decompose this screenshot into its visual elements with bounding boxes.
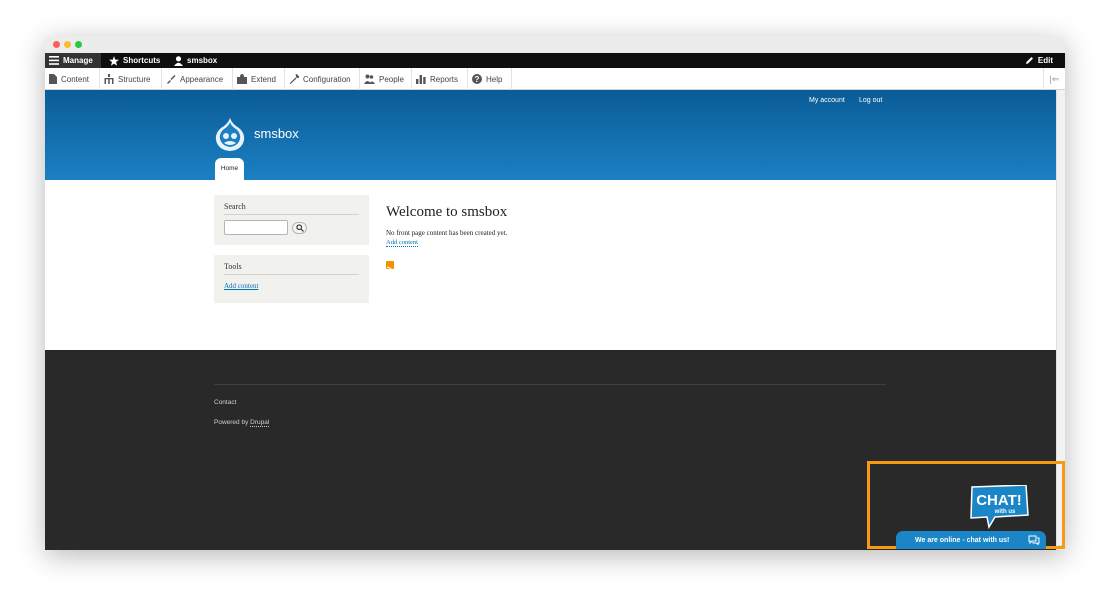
edit-button[interactable]: Edit: [1021, 53, 1057, 68]
chat-bubble-icon[interactable]: CHAT! with us: [969, 485, 1029, 529]
manage-button[interactable]: Manage: [45, 53, 101, 68]
tray-orientation-toggle[interactable]: |⇐: [1043, 68, 1065, 90]
tools-block: Tools Add content: [214, 255, 369, 303]
log-out-link[interactable]: Log out: [859, 97, 882, 104]
tray-item-content[interactable]: Content: [45, 68, 100, 90]
search-icon: [295, 223, 304, 232]
site-header: My account Log out smsbox Home: [45, 90, 1056, 180]
user-label: smsbox: [187, 56, 218, 65]
people-icon: [364, 74, 375, 84]
user-icon: [174, 55, 183, 66]
footer-divider: [214, 384, 886, 385]
chat-bar-text: We are online - chat with us!: [915, 536, 1010, 544]
tray-item-label: People: [379, 74, 404, 84]
tray-item-label: Structure: [118, 74, 151, 84]
puzzle-icon: [237, 74, 247, 84]
main-content: Search Tools Add content Welcome to smsb…: [45, 180, 1056, 350]
bar-chart-icon: [416, 75, 426, 84]
tab-home[interactable]: Home: [215, 158, 244, 180]
shortcuts-button[interactable]: Shortcuts: [105, 53, 164, 68]
tray-item-reports[interactable]: Reports: [412, 68, 468, 90]
tray-item-label: Reports: [430, 74, 459, 84]
add-content-link[interactable]: Add content: [386, 239, 418, 247]
my-account-link[interactable]: My account: [809, 97, 845, 104]
chat-bubble-subtext: with us: [994, 509, 1016, 515]
powered-by-label: Powered by: [214, 419, 249, 426]
star-icon: [109, 55, 119, 66]
brush-icon: [167, 75, 176, 84]
admin-toolbar: Manage Shortcuts smsbox Edit: [45, 53, 1065, 68]
rss-icon: [386, 266, 394, 274]
search-block-title: Search: [224, 202, 359, 215]
chat-icon: [1028, 535, 1040, 545]
help-icon: ?: [472, 74, 482, 84]
tools-add-content-link[interactable]: Add content: [224, 282, 258, 290]
contact-link[interactable]: Contact: [214, 399, 236, 406]
zoom-window-button[interactable]: [75, 41, 82, 48]
no-content-message: No front page content has been created y…: [386, 229, 508, 237]
tray-item-label: Appearance: [180, 74, 224, 84]
chat-bubble-text: CHAT!: [976, 492, 1022, 509]
window-titlebar: [45, 36, 1065, 53]
tray-item-label: Help: [486, 74, 503, 84]
shortcuts-label: Shortcuts: [123, 56, 161, 65]
wrench-icon: [289, 74, 299, 84]
drupal-link[interactable]: Drupal: [250, 419, 270, 427]
orientation-icon: |⇐: [1049, 73, 1060, 84]
drupal-logo-icon[interactable]: [215, 118, 245, 152]
minimize-window-button[interactable]: [64, 41, 71, 48]
manage-label: Manage: [63, 56, 93, 65]
powered-by-text: Powered by Drupal: [214, 419, 270, 427]
tray-item-label: Configuration: [303, 74, 351, 84]
svg-text:?: ?: [475, 75, 480, 84]
tray-item-structure[interactable]: Structure: [100, 68, 162, 90]
tray-item-label: Extend: [251, 74, 276, 84]
sitemap-icon: [104, 74, 114, 84]
rss-feed-icon[interactable]: [386, 261, 394, 274]
tray-item-label: Content: [61, 74, 90, 84]
tray-item-extend[interactable]: Extend: [233, 68, 285, 90]
tray-item-help[interactable]: ? Help: [468, 68, 512, 90]
search-block: Search: [214, 195, 369, 245]
site-name[interactable]: smsbox: [254, 126, 299, 141]
close-window-button[interactable]: [53, 41, 60, 48]
tray-item-appearance[interactable]: Appearance: [162, 68, 233, 90]
page-title: Welcome to smsbox: [386, 204, 508, 220]
search-input[interactable]: [224, 220, 288, 235]
document-icon: [49, 74, 57, 84]
tray-item-configuration[interactable]: Configuration: [285, 68, 360, 90]
admin-tray: Content Structure Appearance Extend Conf…: [45, 68, 1065, 90]
search-button[interactable]: [292, 221, 307, 234]
menu-icon: [49, 56, 59, 65]
user-button[interactable]: smsbox: [170, 53, 221, 68]
edit-label: Edit: [1037, 56, 1053, 65]
tools-block-title: Tools: [224, 262, 359, 275]
pencil-icon: [1025, 57, 1033, 64]
home-tab-label: Home: [220, 164, 239, 172]
tray-item-people[interactable]: People: [360, 68, 412, 90]
chat-launcher-bar[interactable]: We are online - chat with us!: [896, 531, 1046, 549]
